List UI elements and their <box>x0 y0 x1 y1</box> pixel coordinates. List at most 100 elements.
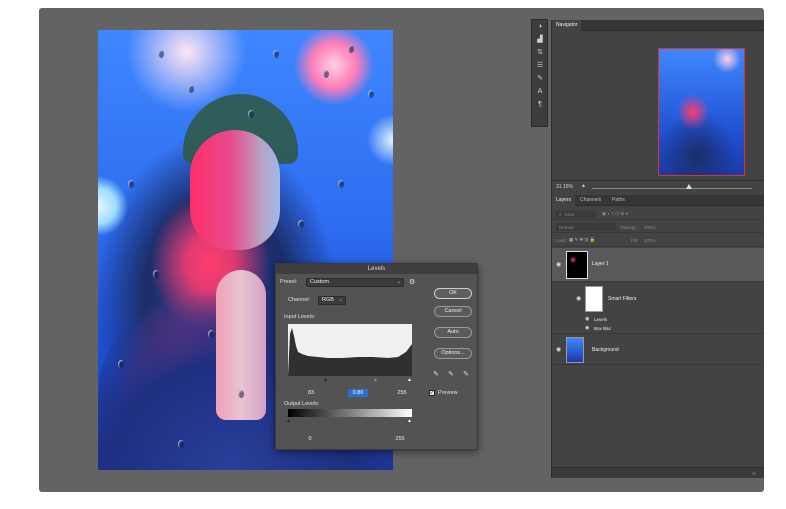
water-drop <box>238 390 244 398</box>
gear-icon[interactable]: ⚙ <box>409 278 415 286</box>
fill-value[interactable]: 100% <box>644 238 656 243</box>
white-eyedropper-icon[interactable]: ✎ <box>463 370 469 378</box>
input-levels-label: Input Levels: <box>284 314 316 320</box>
water-drop <box>188 85 194 93</box>
layer-thumbnail <box>566 337 584 363</box>
paragraph-icon[interactable]: ¶ <box>535 100 545 109</box>
water-drop <box>153 270 159 278</box>
visibility-eye-icon[interactable]: ◉ <box>576 295 581 302</box>
input-white-field[interactable]: 255 <box>394 389 410 397</box>
zoom-slider[interactable] <box>592 188 752 189</box>
chevron-down-icon: ⌄ <box>396 279 401 285</box>
tab-layers[interactable]: Layers <box>552 195 576 206</box>
opacity-value[interactable]: 100% <box>644 225 656 230</box>
black-eyedropper-icon[interactable]: ✎ <box>433 370 439 378</box>
filter-row-box-blur[interactable]: ◉ Box Blur <box>552 324 764 334</box>
filter-icons[interactable]: ▣ ◐ T ⊡ ⊞ ● <box>602 211 628 217</box>
ok-button[interactable]: OK <box>434 288 472 299</box>
options-button[interactable]: Options... <box>434 348 472 359</box>
photoshop-workspace: Levels Preset: Custom ⌄ ⚙ Channel: RGB ⌄… <box>39 8 764 492</box>
water-drop <box>158 50 164 58</box>
channel-select[interactable]: RGB ⌄ <box>318 296 346 305</box>
output-slider-track[interactable]: ▲ ▲ <box>286 418 412 424</box>
panels-column: Navigator 31.15% ▴ Layers Channels Paths… <box>551 20 764 478</box>
fill-label: Fill: <box>631 238 638 243</box>
character-icon[interactable]: A <box>535 87 545 96</box>
cancel-button[interactable]: Cancel <box>434 306 472 317</box>
preview-checkbox[interactable]: ✓ <box>429 390 435 396</box>
opacity-label: Opacity: <box>620 225 637 230</box>
input-gamma-field[interactable]: 0.80 <box>348 389 368 397</box>
brush-icon[interactable]: ✎ <box>535 74 545 83</box>
smart-filters-label: Smart Filters <box>608 296 637 302</box>
black-point-slider[interactable]: ▲ <box>323 377 328 383</box>
tab-paths[interactable]: Paths <box>608 195 629 206</box>
levels-dialog[interactable]: Levels Preset: Custom ⌄ ⚙ Channel: RGB ⌄… <box>275 263 478 450</box>
lock-label: Lock: <box>556 238 567 243</box>
tab-navigator[interactable]: Navigator <box>552 20 582 31</box>
water-drop <box>368 90 374 98</box>
water-drop <box>178 440 184 448</box>
output-white-slider[interactable]: ▲ <box>407 418 412 424</box>
search-icon: ⌕ <box>559 212 562 217</box>
histogram <box>288 324 412 376</box>
visibility-eye-icon[interactable]: ◉ <box>556 346 561 353</box>
layers-tabbar: Layers Channels Paths <box>552 195 764 206</box>
tools-strip: ◑ ▟ ⇅ ☰ ✎ A ¶ <box>531 19 548 127</box>
preset-select[interactable]: Custom ⌄ <box>306 278 404 287</box>
visibility-eye-icon[interactable]: ◉ <box>585 325 589 331</box>
navigator-thumbnail[interactable] <box>658 48 745 176</box>
layer-name: Layer 1 <box>592 261 609 267</box>
tab-channels[interactable]: Channels <box>576 195 605 206</box>
filter-mask-thumbnail <box>585 286 603 312</box>
water-drop <box>208 330 214 338</box>
visibility-eye-icon[interactable]: ◉ <box>585 316 589 322</box>
gamma-slider[interactable]: ▲ <box>373 377 378 383</box>
water-drop <box>323 70 329 78</box>
layer-row-smart-filters[interactable]: ◉ Smart Filters <box>552 283 764 315</box>
water-drop <box>118 360 124 368</box>
dialog-title: Levels <box>276 264 477 274</box>
delete-layer-icon[interactable]: ⊖ <box>752 471 756 477</box>
chevron-down-icon: ⌄ <box>338 297 343 303</box>
preset-value: Custom <box>310 279 329 285</box>
water-drop <box>273 50 279 58</box>
zoom-slider-thumb[interactable] <box>686 184 692 189</box>
layer-name: Background <box>592 347 619 353</box>
input-black-field[interactable]: 83 <box>304 389 318 397</box>
photo-face <box>190 130 280 250</box>
history-icon[interactable]: ◑ <box>535 22 545 31</box>
water-drop <box>128 180 134 188</box>
filter-row-levels[interactable]: ◉ Levels <box>552 315 764 324</box>
white-point-slider[interactable]: ▲ <box>407 377 412 383</box>
input-slider-track[interactable]: ▲ ▲ ▲ <box>288 377 412 383</box>
histogram-icon[interactable]: ▟ <box>535 35 545 44</box>
layer-row-layer1[interactable]: ◉ Layer 1 <box>552 248 764 282</box>
channel-value: RGB <box>322 297 334 303</box>
properties-icon[interactable]: ☰ <box>535 61 545 70</box>
navigator-zoom-row: 31.15% ▴ <box>552 180 764 192</box>
blend-mode-value: Normal <box>559 225 574 230</box>
filter-name-box-blur: Box Blur <box>594 326 612 331</box>
water-drop <box>298 220 304 228</box>
output-white-field[interactable]: 255 <box>392 435 408 443</box>
auto-button[interactable]: Auto <box>434 327 472 338</box>
channel-label: Channel: <box>288 297 311 303</box>
layer-thumbnail <box>566 251 588 279</box>
filter-select[interactable] <box>556 211 596 218</box>
gray-eyedropper-icon[interactable]: ✎ <box>448 370 454 378</box>
filter-name-levels: Levels <box>594 317 608 322</box>
layers-footer: ⊖ <box>552 467 764 478</box>
layer-row-background[interactable]: ◉ Background <box>552 335 764 365</box>
navigator-tabbar: Navigator <box>552 20 764 31</box>
water-drop <box>248 110 254 118</box>
lock-icons[interactable]: ▦ ✎ ✥ ⊡ 🔒 <box>569 237 595 243</box>
output-black-slider[interactable]: ▲ <box>286 418 291 424</box>
adjust-icon[interactable]: ⇅ <box>535 48 545 57</box>
zoom-out-icon[interactable]: ▴ <box>582 182 585 189</box>
zoom-percentage[interactable]: 31.15% <box>556 184 573 190</box>
water-drop <box>348 45 354 53</box>
output-black-field[interactable]: 0 <box>304 435 316 443</box>
output-levels-label: Output Levels: <box>284 401 320 407</box>
visibility-eye-icon[interactable]: ◉ <box>556 261 561 268</box>
